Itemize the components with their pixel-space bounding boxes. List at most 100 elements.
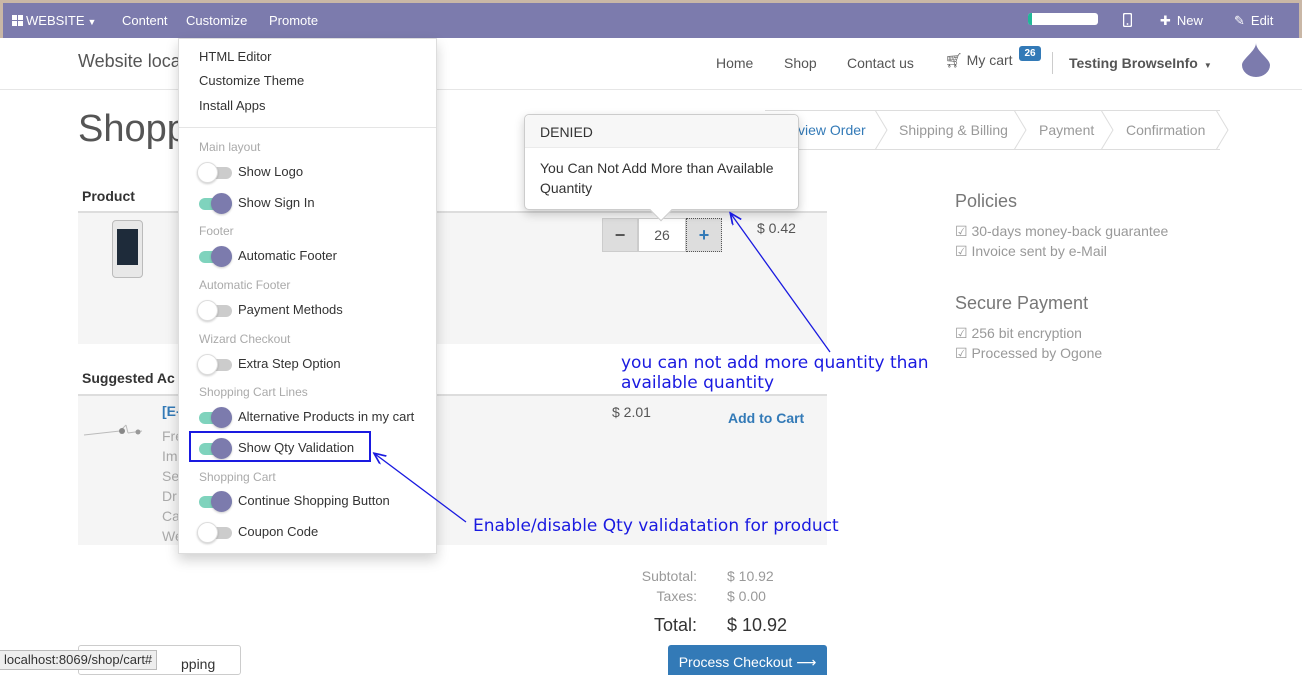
toggle-label[interactable]: Payment Methods [238,302,343,317]
wizard-separator [1100,110,1114,150]
total-label: Total: [653,615,697,635]
subtotal-value: $ 10.92 [727,568,774,584]
toggle-label[interactable]: Extra Step Option [238,356,341,371]
nav-contact[interactable]: Contact us [847,55,914,71]
line-price: $ 0.42 [757,220,796,236]
wizard-separator [874,110,888,150]
product-image[interactable] [112,220,143,278]
menu-divider [179,127,436,128]
qty-minus-button[interactable]: − [602,218,638,252]
cart-icon: 🛒︎ [945,52,963,68]
menu-item-customize-theme[interactable]: Customize Theme [199,73,304,88]
toggle-show-logo[interactable] [197,162,232,183]
toggle-label[interactable]: Automatic Footer [238,248,337,263]
customize-dropdown: HTML Editor Customize Theme Install Apps… [178,38,437,554]
section-wizard-checkout: Wizard Checkout [199,332,291,346]
mobile-preview-button[interactable] [1122,3,1133,38]
toggle-show-sign-in[interactable] [199,193,232,214]
toggle-label[interactable]: Show Sign In [238,195,315,210]
website-menu[interactable]: WEBSITE ▼ [12,3,96,38]
menu-customize[interactable]: Customize [186,3,247,38]
toggle-extra-step[interactable] [197,354,232,375]
menu-item-html-editor[interactable]: HTML Editor [199,49,271,64]
site-title[interactable]: Website loca [78,51,181,72]
cart-label: My cart [966,52,1013,68]
annotation-text: you can not add more quantity than [621,353,929,373]
suggested-price: $ 2.01 [612,404,651,420]
menu-item-install-apps[interactable]: Install Apps [199,98,266,113]
toggle-alternative-products[interactable] [199,407,232,428]
toggle-label[interactable]: Show Logo [238,164,303,179]
secure-payment-title: Secure Payment [955,293,1089,313]
process-checkout-button[interactable]: Process Checkout ⟶ [668,645,827,675]
toggle-continue-shopping[interactable] [199,491,232,512]
toggle-label[interactable]: Continue Shopping Button [238,493,390,508]
wizard-step-confirmation: Confirmation [1126,122,1206,138]
section-cart-lines: Shopping Cart Lines [199,385,308,399]
user-menu[interactable]: Testing BrowseInfo ▼ [1069,55,1212,71]
product-column-header: Product [82,188,135,204]
wizard-step-review: view Order [798,122,866,138]
toggle-payment-methods[interactable] [197,300,232,321]
nav-shop[interactable]: Shop [784,55,817,71]
accessory-image[interactable] [82,415,146,445]
subtotal-label: Subtotal: [641,568,697,584]
edit-label: Edit [1250,13,1274,28]
add-to-cart-link[interactable]: Add to Cart [728,410,804,426]
pencil-icon: ✎ [1234,13,1245,28]
annotation-text: Enable/disable Qty validatation for prod… [473,516,839,536]
suggested-desc-line: Se [162,468,180,484]
browser-status-url: localhost:8069/shop/cart# [0,650,158,670]
section-automatic-footer: Automatic Footer [199,278,291,292]
policy-item: ☑ 30-days money-back guarantee [955,223,1169,239]
toggle-label[interactable]: Coupon Code [238,524,318,539]
suggested-header: Suggested Ac [82,370,175,386]
qty-plus-button[interactable]: + [686,218,722,252]
toggle-automatic-footer[interactable] [199,246,232,267]
editor-drop-icon[interactable] [1242,43,1270,77]
section-shopping-cart: Shopping Cart [199,470,276,484]
qty-input[interactable] [638,218,686,252]
toggle-label[interactable]: Alternative Products in my cart [238,409,414,424]
taxes-value: $ 0.00 [727,588,766,604]
total-value: $ 10.92 [727,615,788,635]
annotation-text: available quantity [621,373,775,393]
taxes-label: Taxes: [656,588,697,604]
website-label: WEBSITE [26,13,85,28]
section-main-layout: Main layout [199,140,261,154]
nav-home[interactable]: Home [716,55,753,71]
progress-fill [1028,13,1032,25]
caret-down-icon: ▼ [1203,61,1212,70]
menu-content[interactable]: Content [122,3,168,38]
wizard-separator [1215,110,1229,150]
product-screen [117,229,138,265]
page-title: Shopp [78,108,188,150]
cart-count-badge: 26 [1019,46,1041,61]
policy-item: ☑ Invoice sent by e-Mail [955,243,1107,259]
denied-popover: DENIED You Can Not Add More than Availab… [524,114,799,222]
wizard-separator [1013,110,1027,150]
secure-item: ☑ 256 bit encryption [955,325,1082,341]
suggested-desc-line: Dr [162,488,177,504]
nav-divider [1052,52,1053,74]
mobile-icon [1122,12,1133,28]
edit-button[interactable]: ✎ Edit [1234,3,1273,38]
nav-cart[interactable]: 🛒︎ My cart 26 [945,46,1041,69]
toggle-coupon-code[interactable] [197,522,232,543]
plus-icon: ✚ [1160,13,1171,28]
annotation-highlight-box [189,431,371,462]
wizard-step-payment: Payment [1039,122,1095,138]
new-button[interactable]: ✚ New [1160,3,1203,38]
secure-item: ☑ Processed by Ogone [955,345,1103,361]
section-footer: Footer [199,224,234,238]
new-label: New [1176,13,1203,28]
popover-title: DENIED [525,115,798,148]
apps-grid-icon [12,4,23,26]
admin-bar: WEBSITE ▼ Content Customize Promote ✚ New … [3,3,1299,38]
suggested-desc-line: Im [162,448,178,464]
caret-down-icon: ▼ [87,17,97,27]
quantity-stepper: − + [602,218,722,252]
menu-promote[interactable]: Promote [269,3,318,38]
wizard-step-shipping: Shipping & Billing [899,122,1008,138]
user-name: Testing BrowseInfo [1069,55,1198,71]
